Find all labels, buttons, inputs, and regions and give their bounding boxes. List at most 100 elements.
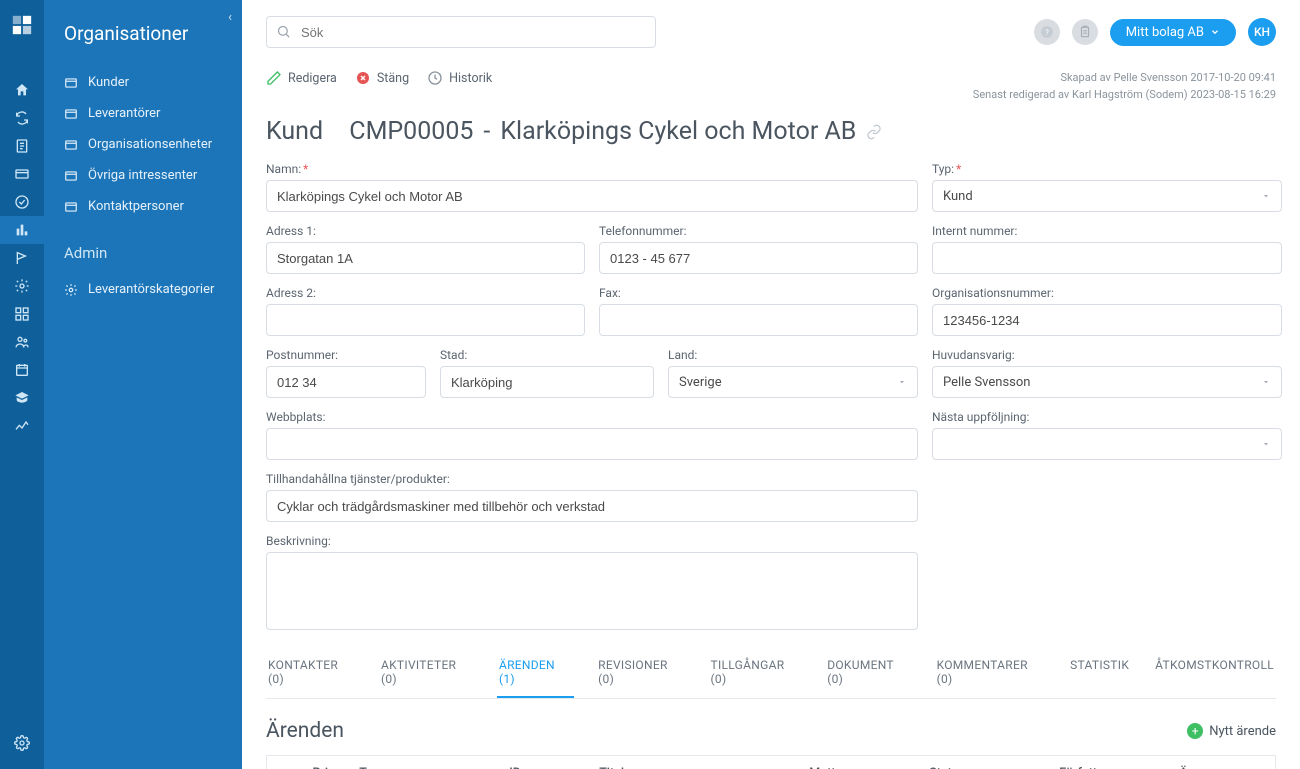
followup-label: Nästa uppföljning: <box>932 410 1282 424</box>
tab-activities[interactable]: AKTIVITETER (0) <box>379 648 475 698</box>
search-icon <box>276 24 291 39</box>
sidebar-item-supplier-categories[interactable]: Leverantörskategorier <box>44 274 242 305</box>
sidebar-item-label: Kontaktpersoner <box>88 199 184 214</box>
sidebar-item-label: Övriga intressenter <box>88 168 197 183</box>
icon-rail <box>0 0 44 769</box>
name-input[interactable] <box>277 189 907 204</box>
sidebar-collapse[interactable]: ‹ <box>228 10 232 25</box>
city-label: Stad: <box>440 348 654 362</box>
help-button[interactable]: ? <box>1034 19 1060 45</box>
edit-button[interactable]: Redigera <box>266 70 337 86</box>
tab-revisions[interactable]: REVISIONER (0) <box>596 648 686 698</box>
tab-contacts[interactable]: KONTAKTER (0) <box>266 648 357 698</box>
rail-settings[interactable] <box>0 729 44 757</box>
issues-section-header: Ärenden + Nytt ärende <box>266 719 1276 743</box>
rail-grad[interactable] <box>0 384 44 412</box>
chevron-down-icon <box>1261 377 1271 387</box>
tab-access[interactable]: ÅTKOMSTKONTROLL <box>1153 648 1276 698</box>
topbar: ? Mitt bolag AB KH <box>266 16 1276 48</box>
services-input[interactable] <box>277 499 907 514</box>
sidebar-admin-label: Admin <box>44 226 242 270</box>
pencil-icon <box>266 70 282 86</box>
city-input[interactable] <box>451 375 643 390</box>
rail-card[interactable] <box>0 160 44 188</box>
col-title[interactable]: Titel <box>587 756 797 769</box>
tab-comments[interactable]: KOMMENTARER (0) <box>935 648 1046 698</box>
col-type[interactable]: Typ <box>347 756 497 769</box>
col-status[interactable]: Status <box>917 756 1047 769</box>
org-form: Namn:* Typ:* Kund Adress 1: Telefonnumme… <box>266 162 1276 630</box>
sidebar-item-label: Kunder <box>88 75 129 90</box>
manager-select[interactable]: Pelle Svensson <box>932 366 1282 398</box>
addr2-label: Adress 2: <box>266 286 585 300</box>
col-author[interactable]: Författare <box>1047 756 1167 769</box>
rail-spark[interactable] <box>0 412 44 440</box>
chevron-down-icon <box>897 377 907 387</box>
addr1-label: Adress 1: <box>266 224 585 238</box>
main-content: ? Mitt bolag AB KH Redigera Stäng Histor… <box>242 0 1300 769</box>
fax-input[interactable] <box>610 313 907 328</box>
website-label: Webbplats: <box>266 410 918 424</box>
addr2-input[interactable] <box>277 313 574 328</box>
sidebar-item-contacts[interactable]: Kontaktpersoner <box>44 191 242 222</box>
manager-label: Huvudansvarig: <box>932 348 1282 362</box>
postal-input[interactable] <box>277 375 415 390</box>
chevron-down-icon <box>1210 27 1220 37</box>
sidebar-title: Organisationer <box>44 14 242 63</box>
app-logo-icon <box>11 14 33 36</box>
tab-issues[interactable]: ÄRENDEN (1) <box>497 648 574 698</box>
desc-textarea[interactable] <box>266 552 918 630</box>
close-icon <box>355 70 371 86</box>
postal-label: Postnummer: <box>266 348 426 362</box>
addr1-input[interactable] <box>277 251 574 266</box>
table-header-row: Prio Typ ID Titel Mottagen Status Förfat… <box>267 756 1276 769</box>
chevron-down-icon <box>1261 191 1271 201</box>
clock-icon <box>427 70 443 86</box>
sidebar-item-stakeholders[interactable]: Övriga intressenter <box>44 160 242 191</box>
sidebar-item-suppliers[interactable]: Leverantörer <box>44 98 242 129</box>
search-input[interactable] <box>266 16 656 48</box>
new-issue-button[interactable]: + Nytt ärende <box>1187 723 1276 739</box>
detail-tabs: KONTAKTER (0) AKTIVITETER (0) ÄRENDEN (1… <box>266 648 1276 699</box>
orgnr-input[interactable] <box>943 313 1271 328</box>
col-owner[interactable]: Ägare <box>1167 756 1275 769</box>
rail-org[interactable] <box>0 216 44 244</box>
rail-people[interactable] <box>0 328 44 356</box>
sidebar-item-units[interactable]: Organisationsenheter <box>44 129 242 160</box>
rail-flag[interactable] <box>0 244 44 272</box>
type-label: Typ:* <box>932 162 1282 176</box>
name-label: Namn:* <box>266 162 918 176</box>
tab-documents[interactable]: DOKUMENT (0) <box>825 648 912 698</box>
user-avatar[interactable]: KH <box>1248 18 1276 46</box>
history-button[interactable]: Historik <box>427 70 492 86</box>
link-icon[interactable] <box>866 124 882 140</box>
internal-input[interactable] <box>943 251 1271 266</box>
col-prio[interactable]: Prio <box>301 756 348 769</box>
followup-select[interactable] <box>932 428 1282 460</box>
type-select[interactable]: Kund <box>932 180 1282 212</box>
rail-cal[interactable] <box>0 356 44 384</box>
country-select[interactable]: Sverige <box>668 366 918 398</box>
rail-check[interactable] <box>0 188 44 216</box>
rail-cycle[interactable] <box>0 104 44 132</box>
tel-input[interactable] <box>610 251 907 266</box>
website-input[interactable] <box>277 437 907 452</box>
tab-assets[interactable]: TILLGÅNGAR (0) <box>709 648 804 698</box>
tab-stats[interactable]: STATISTIK <box>1068 648 1131 698</box>
clipboard-button[interactable] <box>1072 19 1098 45</box>
close-button[interactable]: Stäng <box>355 70 409 86</box>
services-label: Tillhandahållna tjänster/produkter: <box>266 472 918 486</box>
company-selector[interactable]: Mitt bolag AB <box>1110 19 1236 46</box>
rail-settings2[interactable] <box>0 272 44 300</box>
chevron-down-icon <box>1261 439 1271 449</box>
sidebar-item-customers[interactable]: Kunder <box>44 67 242 98</box>
rail-home[interactable] <box>0 76 44 104</box>
search-wrap <box>266 16 656 48</box>
svg-text:?: ? <box>1045 28 1049 37</box>
sidebar-item-label: Leverantörer <box>88 106 160 121</box>
col-received[interactable]: Mottagen <box>797 756 917 769</box>
rail-dash[interactable] <box>0 300 44 328</box>
tel-label: Telefonnummer: <box>599 224 918 238</box>
rail-doc[interactable] <box>0 132 44 160</box>
col-id[interactable]: ID <box>497 756 587 769</box>
